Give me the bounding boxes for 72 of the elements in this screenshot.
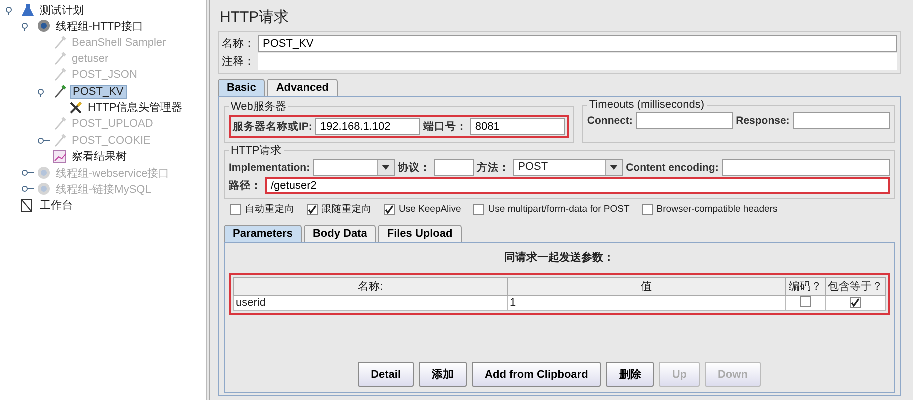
tab[interactable]: Parameters — [224, 225, 302, 242]
column-header: 包含等于？ — [826, 278, 886, 296]
group-legend: HTTP请求 — [229, 143, 284, 158]
caret-icon — [610, 165, 618, 170]
protocol-field[interactable] — [434, 159, 474, 176]
checkbox[interactable] — [642, 204, 653, 215]
table-cell: 1 — [508, 296, 786, 310]
tree-item[interactable]: POST_KV — [70, 84, 127, 99]
tree-item[interactable]: 线程组-HTTP接口 — [54, 18, 146, 34]
tree-item[interactable]: 测试计划 — [38, 2, 86, 18]
option-label: Browser-compatible headers — [656, 204, 778, 215]
comment-label: 注释： — [222, 54, 255, 69]
port-field[interactable]: 8081 — [470, 118, 566, 135]
name-field[interactable]: POST_KV — [258, 35, 897, 52]
tab[interactable]: Body Data — [304, 225, 376, 242]
option-label: Use KeepAlive — [399, 204, 462, 215]
pipette-icon — [53, 134, 67, 148]
implementation-label: Implementation: — [229, 162, 310, 174]
pipette-icon — [53, 52, 67, 66]
port-label: 端口号： — [423, 120, 468, 134]
checkbox[interactable] — [307, 204, 318, 215]
chart-icon — [53, 150, 67, 164]
connect-label: Connect: — [587, 114, 633, 126]
table-cell: userid — [234, 296, 508, 310]
tree-item[interactable]: 工作台 — [38, 198, 75, 214]
response-field[interactable] — [792, 112, 890, 129]
implementation-dropdown[interactable] — [313, 159, 396, 176]
pipette-icon — [53, 117, 67, 132]
encoding-field[interactable] — [722, 159, 890, 176]
tree-item[interactable]: HTTP信息头管理器 — [86, 100, 185, 116]
group-legend: Web服务器 — [229, 99, 288, 114]
column-header: 编码？ — [786, 278, 826, 296]
checkbox[interactable] — [230, 204, 241, 215]
button[interactable]: Add from Clipboard — [472, 362, 602, 387]
method-dropdown[interactable]: POST — [513, 159, 624, 176]
tab[interactable]: Advanced — [267, 79, 338, 96]
protocol-label: 协议： — [398, 160, 432, 174]
tree-item[interactable]: 察看结果树 — [70, 149, 129, 164]
option-label: 自动重定向 — [245, 203, 295, 216]
column-header: 名称: — [234, 278, 508, 296]
tab[interactable]: Basic — [218, 79, 266, 96]
group-legend: Timeouts (milliseconds) — [587, 99, 707, 111]
button[interactable]: 删除 — [606, 362, 654, 387]
path-label: 路径： — [229, 178, 262, 192]
panel-title: HTTP请求 — [219, 8, 290, 28]
flask-icon — [21, 3, 35, 18]
button[interactable]: 添加 — [419, 362, 468, 387]
comment-field[interactable] — [258, 53, 897, 70]
response-label: Response: — [736, 114, 790, 126]
method-label: 方法： — [477, 160, 510, 174]
checkbox[interactable] — [384, 204, 395, 215]
checkbox[interactable] — [473, 204, 484, 215]
tab[interactable]: Files Upload — [378, 225, 462, 242]
checkbox[interactable] — [800, 296, 811, 307]
option-label: Use multipart/form-data for POST — [488, 204, 630, 215]
column-header: 值 — [508, 278, 786, 296]
server-label: 服务器名称或IP: — [233, 120, 312, 134]
pipette-icon — [53, 36, 67, 50]
name-label: 名称： — [222, 37, 255, 51]
checkbox[interactable] — [850, 296, 861, 308]
button[interactable]: Detail — [358, 362, 414, 387]
connect-field[interactable] — [636, 112, 734, 129]
caret-icon — [382, 165, 390, 170]
table-caption: 同请求一起发送参数： — [504, 250, 616, 266]
option-label: 跟随重定向 — [322, 203, 372, 216]
wrench-icon — [69, 100, 83, 115]
server-field[interactable]: 192.168.1.102 — [315, 118, 420, 135]
encoding-label: Content encoding: — [626, 162, 719, 174]
pipette-icon — [53, 84, 67, 99]
workbench-icon — [21, 198, 35, 213]
path-field[interactable]: /getuser2 — [265, 177, 890, 194]
pipette-icon — [53, 68, 67, 82]
